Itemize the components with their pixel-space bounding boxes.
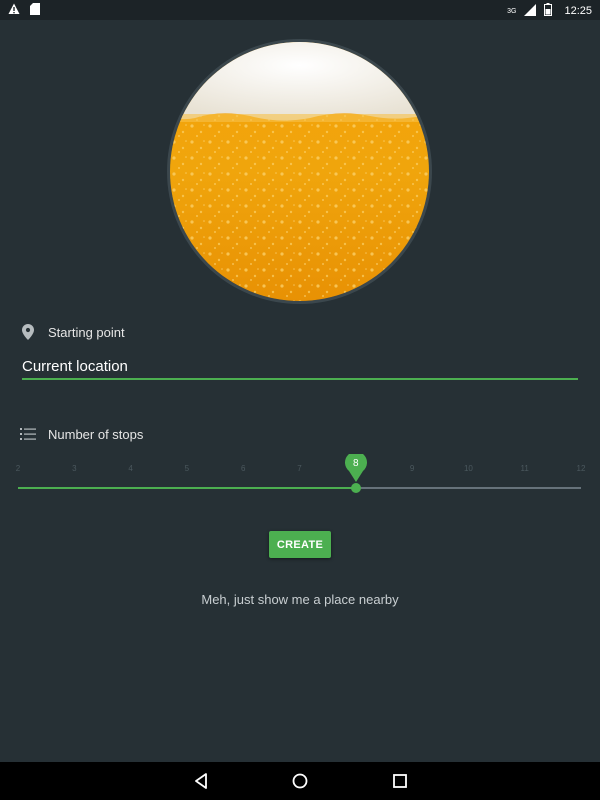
home-icon[interactable] (290, 771, 310, 791)
screen: 3G 12:25 Starting point Current location… (0, 0, 600, 800)
stops-slider-fill (18, 487, 356, 489)
starting-point-label: Starting point (20, 323, 125, 341)
status-bar: 3G 12:25 (0, 0, 600, 20)
list-icon (20, 425, 36, 443)
slider-tick-label: 4 (128, 464, 133, 473)
stops-slider-thumb[interactable] (350, 483, 361, 493)
stops-slider-ticks: 23456789101112 (0, 464, 600, 476)
slider-tick-label: 7 (297, 464, 302, 473)
stops-slider-value-bubble: 8 (344, 451, 367, 482)
warning-icon (8, 3, 20, 18)
number-of-stops-text: Number of stops (48, 426, 144, 442)
stops-slider-value: 8 (353, 458, 359, 469)
recents-icon[interactable] (390, 771, 410, 791)
nearby-link[interactable]: Meh, just show me a place nearby (0, 592, 600, 607)
slider-tick-label: 2 (15, 464, 21, 473)
slider-tick-label: 11 (520, 464, 529, 473)
slider-tick-label: 6 (240, 464, 246, 473)
network-type: 3G (507, 7, 517, 15)
create-button[interactable]: CREATE (269, 531, 331, 558)
slider-tick-label: 12 (576, 464, 586, 473)
slider-tick-label: 10 (463, 464, 473, 473)
sd-card-icon (30, 3, 40, 18)
starting-point-input[interactable]: Current location (22, 358, 578, 380)
nav-bar (0, 762, 600, 800)
battery-icon (544, 3, 553, 19)
number-of-stops-label: Number of stops (20, 425, 143, 443)
stops-slider[interactable] (18, 487, 581, 489)
slider-tick-label: 3 (72, 464, 77, 473)
beer-glass-icon (167, 39, 432, 304)
signal-icon (524, 3, 537, 19)
slider-tick-label: 9 (409, 464, 415, 473)
back-icon[interactable] (191, 771, 211, 791)
location-pin-icon (20, 323, 36, 341)
slider-tick-label: 5 (184, 464, 190, 473)
starting-point-text: Starting point (48, 324, 125, 340)
status-time: 12:25 (564, 5, 592, 17)
